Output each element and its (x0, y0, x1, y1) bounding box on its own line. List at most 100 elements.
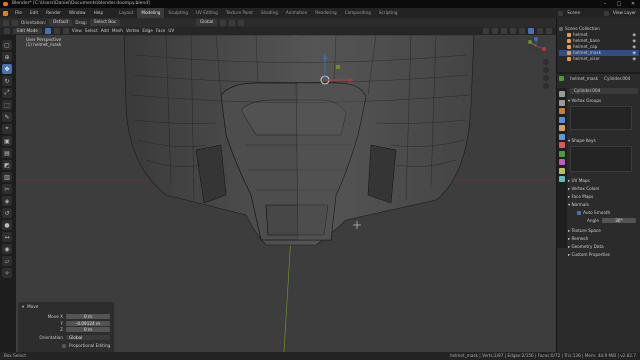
shading-wire-icon[interactable] (519, 28, 525, 34)
scale-icon[interactable]: ⤢ (2, 88, 12, 98)
world-tab-icon[interactable] (559, 133, 565, 140)
rip-icon[interactable]: ✧ (2, 268, 12, 278)
camera-view-icon[interactable] (543, 75, 549, 81)
visibility-eye-icon[interactable]: ◉ (632, 38, 636, 44)
section-vertex-colors[interactable]: ▸ Vertex Colors (568, 186, 640, 192)
menu-edit[interactable]: Edit (26, 8, 42, 18)
object-tab-icon[interactable] (559, 142, 565, 148)
render-tab-icon[interactable] (559, 99, 565, 106)
y-axis-icon[interactable] (528, 40, 532, 44)
navigation-gizmo[interactable] (516, 36, 556, 116)
output-tab-icon[interactable] (559, 108, 565, 114)
editor-type-icon[interactable] (4, 28, 10, 34)
scene-selector[interactable]: Scene (563, 8, 584, 18)
z-axis-icon[interactable] (534, 37, 538, 41)
tool-tab-icon[interactable] (559, 91, 565, 97)
select-box-tool-icon[interactable] (3, 19, 9, 26)
menu-help[interactable]: Help (90, 8, 108, 18)
mesh-data-tab-icon[interactable] (559, 150, 565, 157)
outliner-item[interactable]: helmet_cap ◉ (559, 44, 639, 50)
extrude-icon[interactable]: ▣ (2, 136, 12, 146)
transform-orientation-dropdown[interactable]: Global (196, 19, 218, 26)
xray-toggle-icon[interactable] (510, 28, 516, 34)
constraints-tab-icon[interactable] (559, 176, 565, 182)
transform-icon[interactable]: ⬚ (2, 100, 12, 110)
edge-slide-icon[interactable]: ↔ (2, 232, 12, 242)
tab-sculpting[interactable]: Sculpting (164, 8, 192, 18)
menu-face[interactable]: Face (156, 27, 165, 35)
loopcut-icon[interactable]: ▥ (2, 172, 12, 182)
section-geometry-data[interactable]: ▸ Geometry Data (568, 244, 640, 250)
blender-menu-icon[interactable] (3, 10, 8, 16)
menu-view[interactable]: View (72, 27, 82, 35)
shrink-icon[interactable]: ◉ (2, 244, 12, 254)
proportional-checkbox[interactable] (62, 343, 66, 348)
collapse-icon[interactable]: ▾ (22, 304, 24, 309)
close-button[interactable]: ✕ (626, 0, 640, 8)
menu-add[interactable]: Add (101, 27, 109, 35)
auto-smooth-checkbox[interactable] (577, 210, 581, 215)
operator-panel-header[interactable]: ▾ Move (22, 304, 38, 309)
cursor-icon[interactable]: ⊕ (2, 52, 12, 62)
pan-icon[interactable] (543, 67, 549, 73)
section-shape-keys[interactable]: ▾ Shape Keys (568, 138, 640, 144)
visibility-eye-icon[interactable]: ◉ (632, 32, 636, 38)
pivot-icon[interactable] (220, 19, 227, 26)
overlay-toggle-icon[interactable] (501, 28, 507, 34)
shape-keys-list[interactable] (570, 146, 632, 172)
maximize-button[interactable]: □ (612, 0, 626, 8)
visibility-eye-icon[interactable]: ◉ (632, 50, 636, 56)
bevel-icon[interactable]: ◩ (2, 160, 12, 170)
x-axis-icon[interactable] (542, 47, 546, 51)
outliner-item[interactable]: helmet_visor ◉ (559, 56, 639, 62)
menu-uv[interactable]: UV (168, 27, 174, 35)
tab-compositing[interactable]: Compositing (341, 8, 375, 18)
menu-mesh[interactable]: Mesh (112, 27, 123, 35)
section-uv-maps[interactable]: ▸ UV Maps (568, 178, 640, 184)
visibility-icon[interactable] (483, 28, 489, 34)
outliner-item[interactable]: helmet_mask ◉ (559, 50, 639, 56)
move-z-field[interactable]: 0 m (66, 327, 110, 332)
measure-icon[interactable]: ⌖ (2, 124, 12, 134)
visibility-eye-icon[interactable]: ◉ (632, 44, 636, 50)
smooth-icon[interactable]: ● (2, 220, 12, 230)
tab-rendering[interactable]: Rendering (311, 8, 340, 18)
shading-rendered-icon[interactable] (546, 28, 552, 34)
visibility-eye-icon[interactable]: ◉ (632, 56, 636, 62)
move-y-field[interactable]: -0.09124 m (66, 320, 110, 326)
annotate-icon[interactable]: ✎ (2, 112, 12, 122)
polybuild-icon[interactable]: ◈ (2, 196, 12, 206)
menu-edge[interactable]: Edge (142, 27, 153, 35)
move-x-field[interactable]: 0 m (66, 314, 110, 319)
menu-render[interactable]: Render (42, 8, 65, 18)
mode-dropdown[interactable]: Edit Mode (13, 27, 42, 35)
tab-shading[interactable]: Shading (257, 8, 282, 18)
menu-window[interactable]: Window (65, 8, 90, 18)
mesh-datablock-field[interactable]: Cylinder.004 (570, 88, 638, 94)
outliner-root[interactable]: Scene Collection (559, 26, 639, 32)
orientation-dropdown[interactable]: Default (49, 19, 73, 26)
orientation-field[interactable]: Global (66, 335, 110, 340)
outliner-item[interactable]: helmet_base ◉ (559, 38, 639, 44)
section-normals[interactable]: ▾ Normals (568, 202, 640, 208)
inset-icon[interactable]: ▤ (2, 148, 12, 158)
tab-modeling[interactable]: Modeling (137, 8, 165, 18)
select-icon[interactable]: ▢ (2, 40, 12, 50)
spin-icon[interactable]: ↺ (2, 208, 12, 218)
section-custom-properties[interactable]: ▸ Custom Properties (568, 252, 640, 258)
shading-solid-icon[interactable] (528, 28, 534, 34)
tab-scripting[interactable]: Scripting (375, 8, 402, 18)
drag-dropdown[interactable]: Select Box (89, 19, 121, 26)
knife-icon[interactable]: ✂ (2, 184, 12, 194)
view-layer-tab-icon[interactable] (559, 116, 565, 123)
face-select-icon[interactable] (62, 28, 69, 34)
proportional-editing-icon[interactable] (238, 19, 245, 26)
section-face-maps[interactable]: ▸ Face Maps (568, 194, 640, 200)
rotate-icon[interactable]: ↻ (2, 76, 12, 86)
mode-toggle-icon[interactable] (12, 19, 18, 26)
shading-material-icon[interactable] (537, 28, 543, 34)
section-remesh[interactable]: ▸ Remesh (568, 236, 640, 242)
scene-tab-icon[interactable] (559, 125, 565, 131)
menu-vertex[interactable]: Vertex (126, 27, 139, 35)
gizmo-toggle-icon[interactable] (492, 28, 498, 34)
